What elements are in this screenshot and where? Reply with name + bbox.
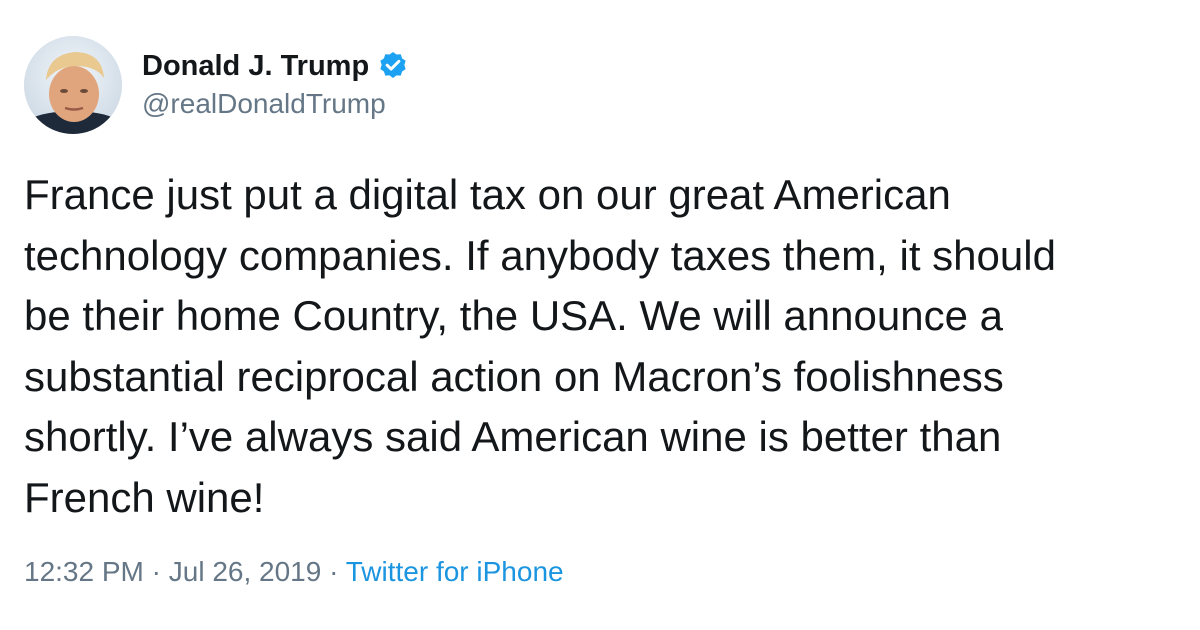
tweet-meta: 12:32 PM · Jul 26, 2019 · Twitter for iP… bbox=[24, 556, 564, 588]
avatar-image bbox=[24, 36, 122, 134]
tweet-time[interactable]: 12:32 PM bbox=[24, 556, 144, 587]
meta-separator: · bbox=[151, 556, 161, 587]
meta-separator: · bbox=[329, 556, 339, 587]
author-block: Donald J. Trump @realDonaldTrump bbox=[142, 46, 409, 120]
author-name-row: Donald J. Trump bbox=[142, 46, 409, 86]
tweet-source-link[interactable]: Twitter for iPhone bbox=[346, 556, 564, 587]
author-handle[interactable]: @realDonaldTrump bbox=[142, 88, 409, 120]
author-display-name[interactable]: Donald J. Trump bbox=[142, 50, 369, 83]
tweet-text: France just put a digital tax on our gre… bbox=[24, 171, 1056, 521]
avatar[interactable] bbox=[24, 36, 122, 134]
verified-badge-icon bbox=[377, 50, 409, 82]
tweet-card: Donald J. Trump @realDonaldTrump France … bbox=[0, 0, 1200, 630]
tweet-date[interactable]: Jul 26, 2019 bbox=[169, 556, 322, 587]
